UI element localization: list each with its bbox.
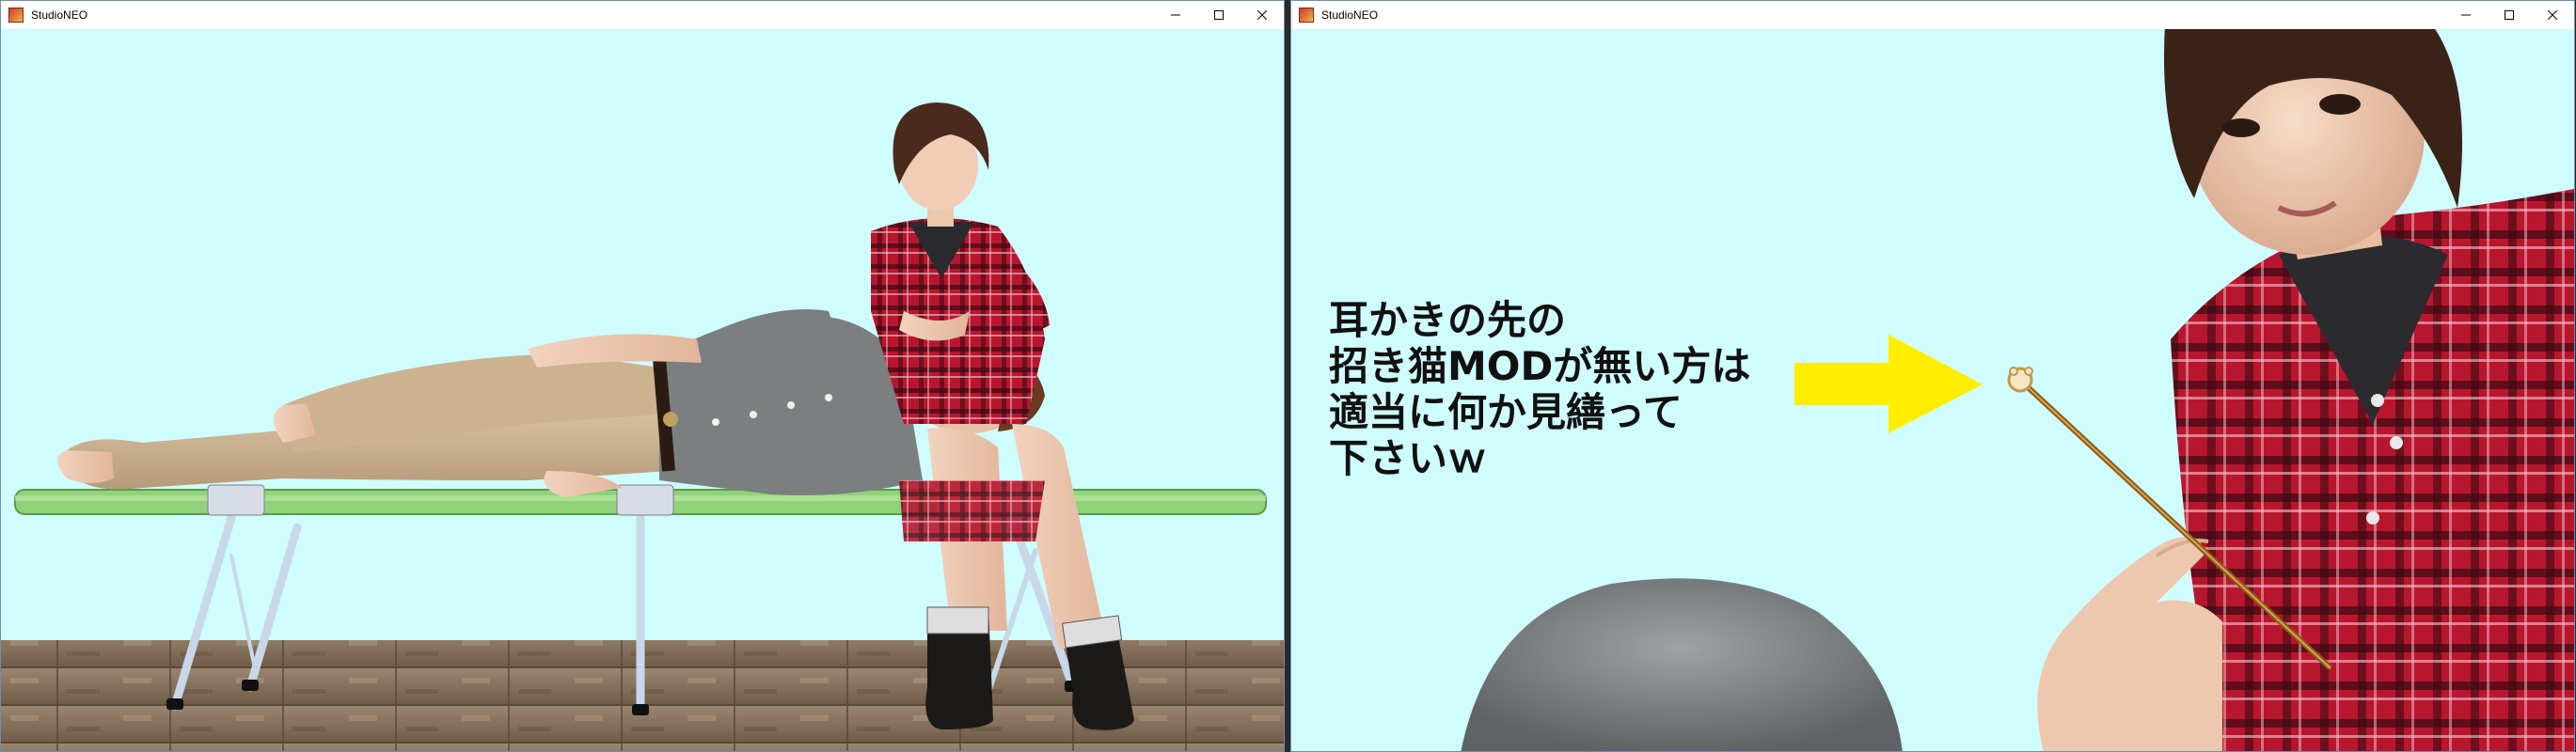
close-button[interactable]: [2531, 1, 2574, 29]
3d-viewport[interactable]: 耳かきの先の 招き猫MODが無い方は 適当に何か見繕って 下さいｗ: [1291, 29, 2574, 751]
minimize-button[interactable]: [1154, 1, 1197, 29]
caption-line: 耳かきの先の: [1329, 297, 1567, 343]
minimize-icon: [2461, 14, 2471, 16]
yellow-arrow-icon: [1794, 335, 1983, 433]
maximize-button[interactable]: [2488, 1, 2531, 29]
close-icon: [2548, 10, 2557, 20]
close-icon: [1257, 10, 1267, 20]
maximize-icon: [1214, 10, 1224, 20]
minimize-button[interactable]: [2444, 1, 2488, 29]
window-controls: [1154, 1, 1284, 29]
caption-line: 適当に何か見繕って: [1329, 389, 1683, 435]
reclining-man-head: [1461, 578, 1903, 751]
studioneo-app-icon: [8, 8, 24, 23]
sitting-woman: [871, 102, 1134, 730]
maneki-neko-charm: [2007, 367, 2033, 393]
caption-text: 耳かきの先の 招き猫MODが無い方は 適当に何か見繕って 下さいｗ: [1329, 297, 1750, 481]
minimize-icon: [1171, 14, 1180, 16]
window-controls: [2444, 1, 2574, 29]
studio-window-right: StudioNEO 耳かきの先の 招き猫MODが無い方は 適当に何か見繕って 下…: [1290, 0, 2575, 752]
studio-window-left: StudioNEO: [0, 0, 1285, 752]
maximize-button[interactable]: [1197, 1, 1241, 29]
3d-viewport[interactable]: [1, 29, 1284, 751]
scene-render: [1, 102, 1284, 751]
caption-line: 招き猫MODが無い方は: [1329, 343, 1751, 389]
studioneo-app-icon: [1299, 8, 1314, 23]
title-bar[interactable]: StudioNEO: [1291, 1, 2574, 29]
window-title: StudioNEO: [31, 8, 88, 22]
close-button[interactable]: [1241, 1, 1284, 29]
window-title: StudioNEO: [1321, 8, 1379, 22]
maximize-icon: [2505, 10, 2514, 20]
title-bar[interactable]: StudioNEO: [1, 1, 1284, 29]
caption-line: 下さいｗ: [1329, 435, 1488, 481]
